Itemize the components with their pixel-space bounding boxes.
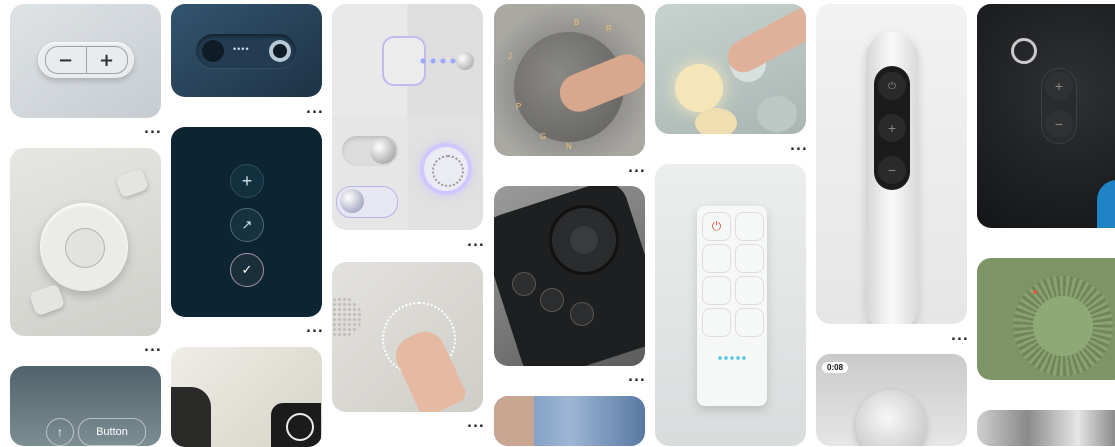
denim-shade [494, 396, 534, 446]
remote-button[interactable] [540, 288, 564, 312]
more-options-button[interactable]: ... [144, 123, 162, 136]
panel-button[interactable] [735, 308, 764, 337]
more-options-button[interactable]: ... [467, 417, 485, 430]
dial-letter: B [574, 18, 580, 27]
video-duration-label: 0:08 [827, 363, 844, 372]
minus-button[interactable]: − [1045, 110, 1073, 138]
pin-speaker-dark[interactable]: + − [977, 4, 1115, 228]
power-button[interactable]: ⏻ [702, 212, 731, 241]
slider-dots: •••• [233, 44, 250, 54]
device-edge [171, 387, 211, 447]
more-options-button[interactable]: ... [306, 103, 324, 116]
minus-icon: − [887, 162, 897, 178]
arrow-button[interactable]: ↗ [230, 208, 264, 242]
more-options-button[interactable]: ... [790, 140, 808, 153]
plus-button[interactable]: + [878, 114, 906, 142]
remote-dial-center [65, 228, 105, 268]
more-options-button[interactable]: ... [628, 371, 646, 384]
plus-button[interactable]: + [230, 164, 264, 198]
up-arrow-button[interactable]: ↑ [46, 418, 74, 446]
panel-button[interactable] [702, 276, 731, 305]
pin-green-knob[interactable] [977, 258, 1115, 380]
plus-button[interactable]: + [1045, 72, 1073, 100]
remote-key-top [115, 167, 149, 199]
up-arrow-icon: ↑ [57, 425, 63, 439]
panel-button[interactable] [735, 244, 764, 273]
slider-knob-left[interactable] [202, 40, 224, 62]
pin-finger-touch-lights[interactable] [655, 4, 806, 134]
stepper-control: − + [38, 42, 134, 78]
plus-icon: + [98, 49, 115, 71]
more-options-button[interactable]: ... [144, 341, 162, 354]
more-options-button[interactable]: ... [951, 330, 969, 343]
minus-icon: − [57, 49, 74, 71]
pin-video-knob[interactable]: 0:08 [816, 354, 967, 446]
more-options-button[interactable]: ... [306, 322, 324, 335]
pill-button[interactable]: Button [78, 418, 146, 446]
dial-letter: P [516, 102, 522, 111]
arrow-up-right-icon: ↗ [241, 217, 253, 232]
pin-wall-panel[interactable]: ⏻ [655, 164, 806, 446]
pin-button-chip[interactable]: ↑ Button [10, 366, 161, 446]
dial-letter: J [508, 52, 512, 61]
plus-icon: + [241, 170, 253, 191]
pin-neumorphic-toggles[interactable] [332, 4, 483, 230]
panel-button[interactable] [735, 212, 764, 241]
light-circle [675, 64, 723, 112]
remote-button[interactable] [570, 302, 594, 326]
green-knob-center [1033, 296, 1093, 356]
toggle-dot-row [418, 58, 458, 64]
dial-letter: R [606, 24, 612, 33]
pin-remote-dial-white[interactable] [10, 148, 161, 336]
slider-knob-right[interactable] [269, 40, 291, 62]
pin-dark-vertical-buttons[interactable]: + ↗ ✓ [171, 127, 322, 317]
check-button[interactable]: ✓ [230, 253, 264, 287]
check-icon: ✓ [241, 262, 253, 277]
pin-stepper[interactable]: − + [10, 4, 161, 118]
panel-button[interactable] [735, 276, 764, 305]
plus-button[interactable]: + [85, 46, 128, 74]
pin-metal[interactable] [977, 410, 1115, 446]
speaker-grill [332, 297, 362, 337]
dial-letter: G [540, 132, 547, 141]
toggle-knob-top[interactable] [370, 138, 396, 164]
pin-hand-panel-lights[interactable] [332, 262, 483, 412]
device-ring [286, 413, 314, 441]
toggle-knob-bottom[interactable] [340, 189, 364, 213]
panel-indicator-dots [717, 356, 747, 360]
knob-indicator [1033, 290, 1037, 294]
remote-button[interactable] [512, 272, 536, 296]
minus-icon: − [1054, 116, 1064, 132]
remote-dial-center[interactable] [570, 226, 598, 254]
pill-button-label: Button [96, 426, 128, 438]
minus-button[interactable]: − [878, 156, 906, 184]
panel-button[interactable] [702, 308, 731, 337]
pin-remote-long[interactable]: ⏻ + − [816, 4, 967, 324]
more-options-button[interactable]: ... [628, 162, 646, 175]
dial-letter: N [566, 142, 572, 151]
panel-button[interactable] [702, 244, 731, 273]
plus-icon: + [887, 120, 897, 136]
speaker-logo [1011, 38, 1037, 64]
more-options-button[interactable]: ... [467, 236, 485, 249]
light-circle [695, 108, 737, 134]
light-circle [757, 96, 797, 132]
pin-hand-dial[interactable]: J B P R G N [494, 4, 645, 156]
video-duration-badge: 0:08 [822, 362, 849, 373]
pin-textured-device[interactable] [171, 347, 322, 447]
fingerprint-icon [432, 155, 464, 187]
pin-denim[interactable] [494, 396, 645, 446]
pin-dark-slider[interactable]: •••• [171, 4, 322, 97]
minus-button[interactable]: − [44, 46, 86, 74]
remote-key-bottom [28, 283, 66, 317]
toggle-knob[interactable] [456, 52, 474, 70]
power-button[interactable]: ⏻ [878, 72, 906, 100]
plus-icon: + [1054, 78, 1064, 94]
pin-dark-remote[interactable] [494, 186, 645, 366]
